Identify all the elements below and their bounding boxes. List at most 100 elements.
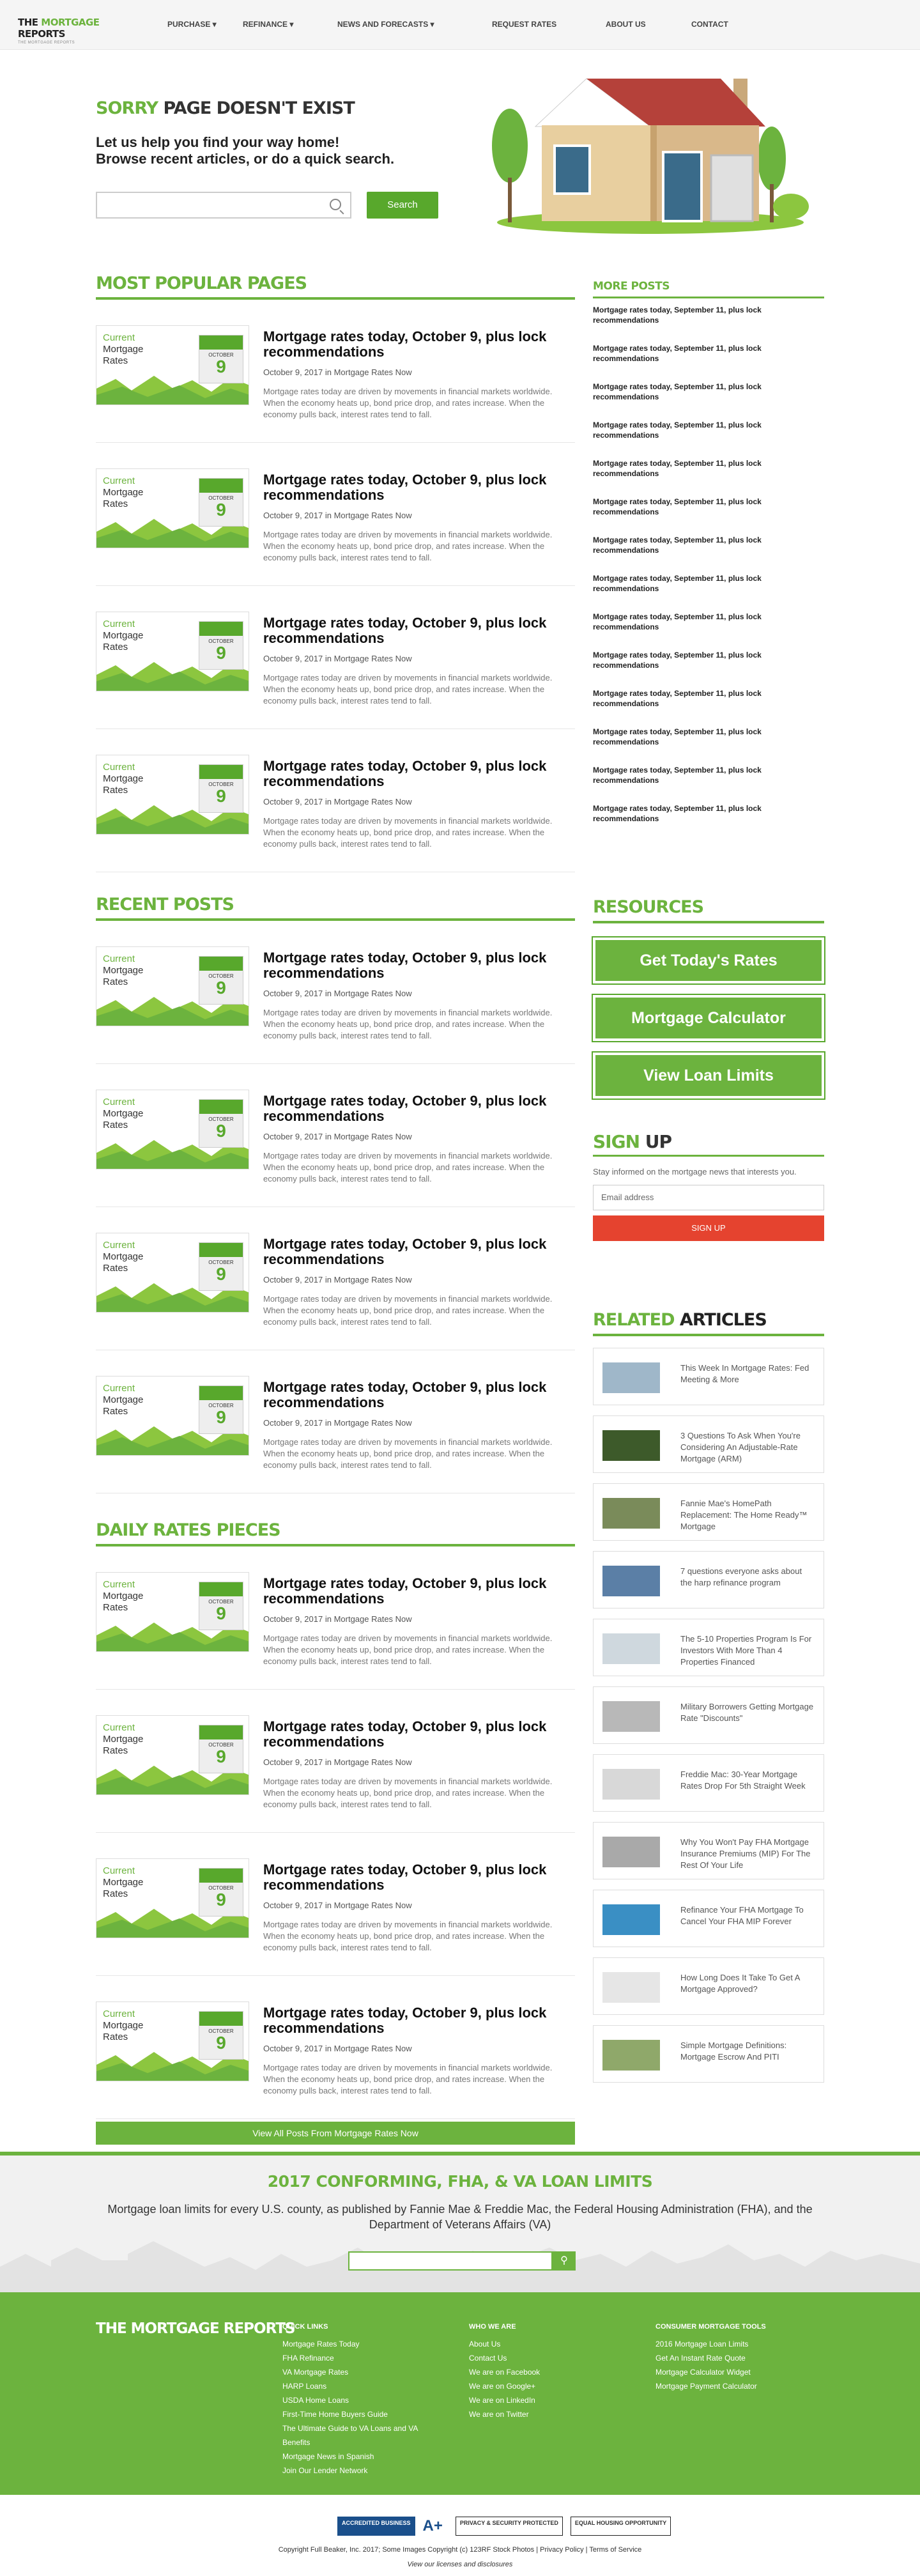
email-field[interactable]: Email address bbox=[593, 1185, 824, 1210]
search-input[interactable] bbox=[96, 192, 351, 219]
footer-who-link[interactable]: We are on LinkedIn bbox=[469, 2393, 622, 2407]
related-article-title[interactable]: Simple Mortgage Definitions: Mortgage Es… bbox=[680, 2040, 815, 2063]
footer-who-link[interactable]: About Us bbox=[469, 2337, 622, 2351]
more-post-link[interactable]: Mortgage rates today, September 11, plus… bbox=[593, 337, 824, 375]
post-card[interactable]: Current Mortgage Rates OCTOBER 9 Mortgage rat… bbox=[96, 729, 575, 872]
footer-quick-link[interactable]: Mortgage News in Spanish bbox=[282, 2449, 436, 2464]
related-article[interactable]: Freddie Mac: 30-Year Mortgage Rates Drop… bbox=[593, 1754, 824, 1812]
related-article-image[interactable] bbox=[602, 1498, 660, 1529]
related-article-image[interactable] bbox=[602, 1701, 660, 1732]
footer-tool-link[interactable]: Mortgage Payment Calculator bbox=[656, 2379, 809, 2393]
post-title[interactable]: Mortgage rates today, October 9, plus lo… bbox=[263, 950, 575, 981]
post-thumbnail[interactable]: Current Mortgage Rates OCTOBER 9 bbox=[96, 612, 249, 691]
post-card[interactable]: Current Mortgage Rates OCTOBER 9 Mortgage rat… bbox=[96, 586, 575, 729]
post-title[interactable]: Mortgage rates today, October 9, plus lo… bbox=[263, 2005, 575, 2036]
more-post-link[interactable]: Mortgage rates today, September 11, plus… bbox=[593, 605, 824, 644]
related-article-title[interactable]: 7 questions everyone asks about the harp… bbox=[680, 1566, 815, 1589]
related-article[interactable]: This Week In Mortgage Rates: Fed Meeting… bbox=[593, 1348, 824, 1405]
footer-quick-link[interactable]: The Ultimate Guide to VA Loans and VA Be… bbox=[282, 2421, 436, 2449]
county-search-input[interactable] bbox=[348, 2251, 553, 2271]
related-article-image[interactable] bbox=[602, 1904, 660, 1935]
post-title[interactable]: Mortgage rates today, October 9, plus lo… bbox=[263, 1380, 575, 1410]
more-post-link[interactable]: Mortgage rates today, September 11, plus… bbox=[593, 644, 824, 682]
post-title[interactable]: Mortgage rates today, October 9, plus lo… bbox=[263, 615, 575, 646]
post-thumbnail[interactable]: Current Mortgage Rates OCTOBER 9 bbox=[96, 468, 249, 548]
footer-quick-link[interactable]: USDA Home Loans bbox=[282, 2393, 436, 2407]
post-thumbnail[interactable]: Current Mortgage Rates OCTOBER 9 bbox=[96, 1715, 249, 1795]
footer-who-link[interactable]: Contact Us bbox=[469, 2351, 622, 2365]
nav-purchase[interactable]: PURCHASE ▾ bbox=[167, 20, 243, 29]
related-article-title[interactable]: How Long Does It Take To Get A Mortgage … bbox=[680, 1972, 815, 1995]
nav-news-forecasts[interactable]: NEWS AND FORECASTS ▾ bbox=[337, 20, 492, 29]
footer-who-link[interactable]: We are on Twitter bbox=[469, 2407, 622, 2421]
more-post-link[interactable]: Mortgage rates today, September 11, plus… bbox=[593, 375, 824, 413]
post-title[interactable]: Mortgage rates today, October 9, plus lo… bbox=[263, 472, 575, 503]
post-title[interactable]: Mortgage rates today, October 9, plus lo… bbox=[263, 329, 575, 360]
footer-quick-link[interactable]: Mortgage Rates Today bbox=[282, 2337, 436, 2351]
related-article-image[interactable] bbox=[602, 1566, 660, 1596]
more-post-link[interactable]: Mortgage rates today, September 11, plus… bbox=[593, 759, 824, 797]
footer-who-link[interactable]: We are on Google+ bbox=[469, 2379, 622, 2393]
related-article[interactable]: Refinance Your FHA Mortgage To Cancel Yo… bbox=[593, 1890, 824, 1947]
more-post-link[interactable]: Mortgage rates today, September 11, plus… bbox=[593, 720, 824, 759]
site-logo[interactable]: THE MORTGAGE REPORTS THE MORTGAGE REPORT… bbox=[18, 17, 133, 45]
related-article[interactable]: Military Borrowers Getting Mortgage Rate… bbox=[593, 1686, 824, 1744]
footer-quick-link[interactable]: HARP Loans bbox=[282, 2379, 436, 2393]
related-article-image[interactable] bbox=[602, 1430, 660, 1461]
more-post-link[interactable]: Mortgage rates today, September 11, plus… bbox=[593, 528, 824, 567]
post-card[interactable]: Current Mortgage Rates OCTOBER 9 Mortgage rat… bbox=[96, 1546, 575, 1690]
related-article[interactable]: Fannie Mae's HomePath Replacement: The H… bbox=[593, 1483, 824, 1541]
post-title[interactable]: Mortgage rates today, October 9, plus lo… bbox=[263, 1093, 575, 1124]
footer-tool-link[interactable]: 2016 Mortgage Loan Limits bbox=[656, 2337, 809, 2351]
post-title[interactable]: Mortgage rates today, October 9, plus lo… bbox=[263, 759, 575, 789]
nav-contact[interactable]: CONTACT bbox=[691, 20, 742, 29]
related-article[interactable]: How Long Does It Take To Get A Mortgage … bbox=[593, 1957, 824, 2015]
post-card[interactable]: Current Mortgage Rates OCTOBER 9 Mortgage rat… bbox=[96, 1207, 575, 1350]
mortgage-calculator-button[interactable]: Mortgage Calculator bbox=[592, 994, 825, 1042]
post-card[interactable]: Current Mortgage Rates OCTOBER 9 Mortgage rat… bbox=[96, 1976, 575, 2119]
nav-refinance[interactable]: REFINANCE ▾ bbox=[243, 20, 337, 29]
footer-quick-link[interactable]: FHA Refinance bbox=[282, 2351, 436, 2365]
post-thumbnail[interactable]: Current Mortgage Rates OCTOBER 9 bbox=[96, 946, 249, 1026]
county-search-button[interactable]: ⚲ bbox=[553, 2251, 576, 2271]
post-thumbnail[interactable]: Current Mortgage Rates OCTOBER 9 bbox=[96, 325, 249, 405]
related-article[interactable]: Simple Mortgage Definitions: Mortgage Es… bbox=[593, 2025, 824, 2083]
post-title[interactable]: Mortgage rates today, October 9, plus lo… bbox=[263, 1862, 575, 1893]
related-article-title[interactable]: 3 Questions To Ask When You're Consideri… bbox=[680, 1430, 815, 1465]
view-all-posts-button[interactable]: View All Posts From Mortgage Rates Now bbox=[96, 2122, 575, 2145]
related-article-title[interactable]: Freddie Mac: 30-Year Mortgage Rates Drop… bbox=[680, 1769, 815, 1792]
view-loan-limits-button[interactable]: View Loan Limits bbox=[592, 1051, 825, 1100]
post-title[interactable]: Mortgage rates today, October 9, plus lo… bbox=[263, 1576, 575, 1607]
related-article[interactable]: The 5-10 Properties Program Is For Inves… bbox=[593, 1619, 824, 1676]
footer-quick-link[interactable]: Join Our Lender Network bbox=[282, 2464, 436, 2478]
more-post-link[interactable]: Mortgage rates today, September 11, plus… bbox=[593, 567, 824, 605]
more-post-link[interactable]: Mortgage rates today, September 11, plus… bbox=[593, 452, 824, 490]
post-card[interactable]: Current Mortgage Rates OCTOBER 9 Mortgage rat… bbox=[96, 300, 575, 443]
related-article-image[interactable] bbox=[602, 1972, 660, 2003]
post-title[interactable]: Mortgage rates today, October 9, plus lo… bbox=[263, 1237, 575, 1267]
related-article-title[interactable]: Refinance Your FHA Mortgage To Cancel Yo… bbox=[680, 1904, 815, 1927]
licenses-link[interactable]: View our licenses and disclosures bbox=[0, 2561, 920, 2568]
post-thumbnail[interactable]: Current Mortgage Rates OCTOBER 9 bbox=[96, 755, 249, 835]
post-thumbnail[interactable]: Current Mortgage Rates OCTOBER 9 bbox=[96, 1233, 249, 1313]
footer-quick-link[interactable]: First-Time Home Buyers Guide bbox=[282, 2407, 436, 2421]
search-button[interactable]: Search bbox=[367, 192, 438, 219]
related-article[interactable]: 7 questions everyone asks about the harp… bbox=[593, 1551, 824, 1608]
post-card[interactable]: Current Mortgage Rates OCTOBER 9 Mortgage rat… bbox=[96, 1064, 575, 1207]
related-article[interactable]: 3 Questions To Ask When You're Consideri… bbox=[593, 1415, 824, 1473]
get-todays-rates-button[interactable]: Get Today's Rates bbox=[592, 936, 825, 985]
post-thumbnail[interactable]: Current Mortgage Rates OCTOBER 9 bbox=[96, 1572, 249, 1652]
post-thumbnail[interactable]: Current Mortgage Rates OCTOBER 9 bbox=[96, 1376, 249, 1456]
related-article-title[interactable]: The 5-10 Properties Program Is For Inves… bbox=[680, 1633, 815, 1668]
post-thumbnail[interactable]: Current Mortgage Rates OCTOBER 9 bbox=[96, 1858, 249, 1938]
more-post-link[interactable]: Mortgage rates today, September 11, plus… bbox=[593, 797, 824, 835]
related-article-title[interactable]: Military Borrowers Getting Mortgage Rate… bbox=[680, 1701, 815, 1724]
related-article-title[interactable]: Why You Won't Pay FHA Mortgage Insurance… bbox=[680, 1837, 815, 1871]
bbb-badge[interactable]: ACCREDITED BUSINESS bbox=[337, 2517, 415, 2536]
more-post-link[interactable]: Mortgage rates today, September 11, plus… bbox=[593, 682, 824, 720]
related-article-image[interactable] bbox=[602, 1633, 660, 1664]
related-article-image[interactable] bbox=[602, 2040, 660, 2071]
more-post-link[interactable]: Mortgage rates today, September 11, plus… bbox=[593, 298, 824, 337]
post-card[interactable]: Current Mortgage Rates OCTOBER 9 Mortgage rat… bbox=[96, 921, 575, 1064]
signup-button[interactable]: SIGN UP bbox=[593, 1215, 824, 1241]
